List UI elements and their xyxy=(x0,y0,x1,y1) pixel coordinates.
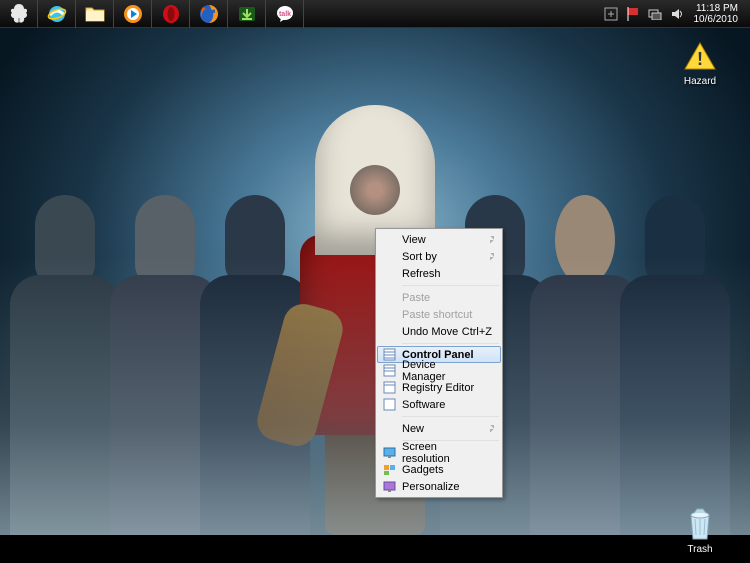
menu-undo-move[interactable]: Undo MoveCtrl+Z xyxy=(378,323,500,340)
menu-separator xyxy=(402,416,499,417)
svg-text:talk: talk xyxy=(278,11,290,18)
ie-icon[interactable] xyxy=(38,0,76,28)
menu-sort-by[interactable]: Sort by xyxy=(378,248,500,265)
menu-paste: Paste xyxy=(378,289,500,306)
firefox-icon[interactable] xyxy=(190,0,228,28)
gadgets-icon xyxy=(382,463,396,477)
menu-screen-resolution[interactable]: Screen resolution xyxy=(378,444,500,461)
svg-text:!: ! xyxy=(697,49,703,69)
menu-refresh[interactable]: Refresh xyxy=(378,265,500,282)
menu-device-manager[interactable]: Device Manager xyxy=(378,362,500,379)
shortcut-label: Ctrl+Z xyxy=(462,326,492,338)
desktop[interactable]: ! Hazard View Sort by Refresh Paste Past… xyxy=(0,28,750,535)
menu-software[interactable]: Software xyxy=(378,396,500,413)
network-icon[interactable] xyxy=(646,5,664,23)
flag-icon[interactable] xyxy=(624,5,642,23)
menu-gadgets[interactable]: Gadgets xyxy=(378,461,500,478)
hazard-label: Hazard xyxy=(670,76,730,87)
menu-paste-shortcut: Paste shortcut xyxy=(378,306,500,323)
personalize-icon xyxy=(382,480,396,494)
system-tray: 11:18 PM 10/6/2010 xyxy=(600,0,750,27)
clock[interactable]: 11:18 PM 10/6/2010 xyxy=(688,3,745,25)
monitor-icon xyxy=(382,446,396,460)
time-text: 11:18 PM xyxy=(694,3,739,14)
gtalk-icon[interactable]: talk xyxy=(266,0,304,28)
date-text: 10/6/2010 xyxy=(694,14,739,25)
menu-separator xyxy=(402,285,499,286)
desktop-context-menu: View Sort by Refresh Paste Paste shortcu… xyxy=(375,228,503,498)
bottom-bar xyxy=(0,535,750,563)
volume-icon[interactable] xyxy=(668,5,686,23)
opera-icon[interactable] xyxy=(152,0,190,28)
wmp-icon[interactable] xyxy=(114,0,152,28)
hazard-shortcut[interactable]: ! Hazard xyxy=(670,38,730,87)
menu-new[interactable]: New xyxy=(378,420,500,437)
menu-view[interactable]: View xyxy=(378,231,500,248)
software-icon xyxy=(382,398,396,412)
trash-label: Trash xyxy=(670,544,730,555)
warning-icon: ! xyxy=(682,38,718,74)
control-panel-icon xyxy=(382,348,396,362)
registry-icon xyxy=(382,381,396,395)
menu-separator xyxy=(402,343,499,344)
action-center-icon[interactable] xyxy=(602,5,620,23)
menu-personalize[interactable]: Personalize xyxy=(378,478,500,495)
start-button[interactable] xyxy=(0,0,38,28)
taskbar: talk 11:18 PM 10/6/2010 xyxy=(0,0,750,28)
idm-icon[interactable] xyxy=(228,0,266,28)
trash-icon xyxy=(682,506,718,542)
menu-registry-editor[interactable]: Registry Editor xyxy=(378,379,500,396)
device-manager-icon xyxy=(382,364,396,378)
trash-shortcut[interactable]: Trash xyxy=(670,506,730,555)
taskbar-left: talk xyxy=(0,0,304,27)
explorer-icon[interactable] xyxy=(76,0,114,28)
